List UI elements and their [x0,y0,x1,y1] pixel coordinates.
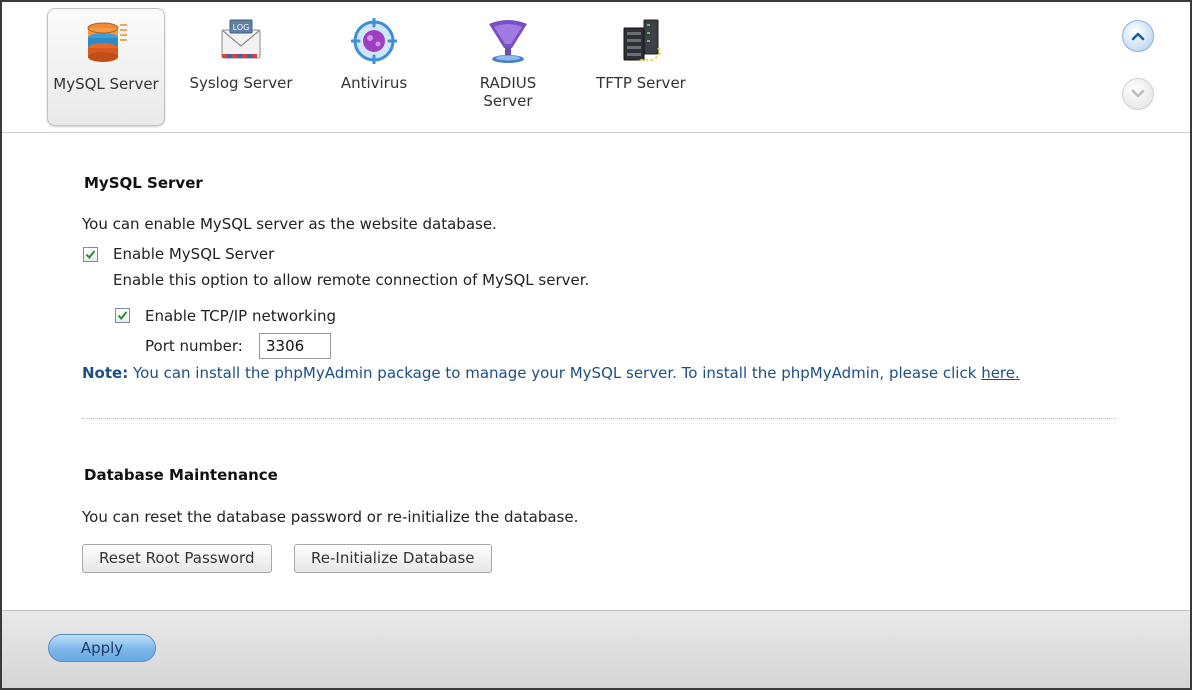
enable-mysql-hint: Enable this option to allow remote conne… [113,271,590,289]
reinitialize-database-button[interactable]: Re-Initialize Database [294,544,492,573]
app-label: RADIUS Server [479,74,537,110]
scroll-down-button[interactable] [1122,78,1154,110]
window-frame: MySQL Server LOG Syslog Server Antivirus… [0,0,1192,690]
app-label: MySQL Server [53,75,159,93]
app-tile-antivirus[interactable]: Antivirus [315,8,433,126]
apply-button[interactable]: Apply [48,634,156,662]
tftp-server-icon [618,18,664,64]
checkmark-icon [117,311,128,321]
app-label: TFTP Server [596,74,686,92]
app-tile-radius-server[interactable]: RADIUS Server [449,8,567,126]
syslog-envelope-icon: LOG [218,18,264,64]
maintenance-description: You can reset the database password or r… [82,508,579,526]
enable-mysql-checkbox[interactable] [83,247,98,262]
enable-mysql-label[interactable]: Enable MySQL Server [113,245,274,263]
app-tile-tftp-server[interactable]: TFTP Server [582,8,700,126]
scroll-up-button[interactable] [1122,20,1154,52]
phpmyadmin-install-link[interactable]: here. [981,364,1020,382]
app-bar: MySQL Server LOG Syslog Server Antivirus… [2,2,1190,133]
section-divider [82,418,1116,419]
app-label: Syslog Server [189,74,293,92]
enable-tcpip-checkbox[interactable] [115,308,130,323]
footer-bar: Apply [2,610,1190,688]
app-tile-syslog-server[interactable]: LOG Syslog Server [182,8,300,126]
reset-root-password-button[interactable]: Reset Root Password [82,544,272,573]
port-number-input[interactable] [259,333,331,359]
mysql-section-title: MySQL Server [84,174,203,192]
app-label: Antivirus [340,74,408,92]
phpmyadmin-note: Note: You can install the phpMyAdmin pac… [82,364,1020,382]
settings-panel: MySQL Server You can enable MySQL server… [2,134,1190,610]
chevron-up-icon [1131,32,1145,41]
note-text: You can install the phpMyAdmin package t… [128,364,982,382]
mysql-description: You can enable MySQL server as the websi… [82,215,497,233]
chevron-down-icon [1131,89,1145,98]
radius-server-icon [485,18,531,64]
checkmark-icon [85,250,96,260]
mysql-database-icon [83,19,129,65]
app-tile-mysql-server[interactable]: MySQL Server [47,8,165,126]
svg-text:LOG: LOG [233,23,250,32]
antivirus-icon [350,17,398,65]
port-number-label: Port number: [145,337,243,355]
note-prefix: Note: [82,364,129,382]
maintenance-section-title: Database Maintenance [84,466,278,484]
enable-tcpip-label[interactable]: Enable TCP/IP networking [145,307,336,325]
